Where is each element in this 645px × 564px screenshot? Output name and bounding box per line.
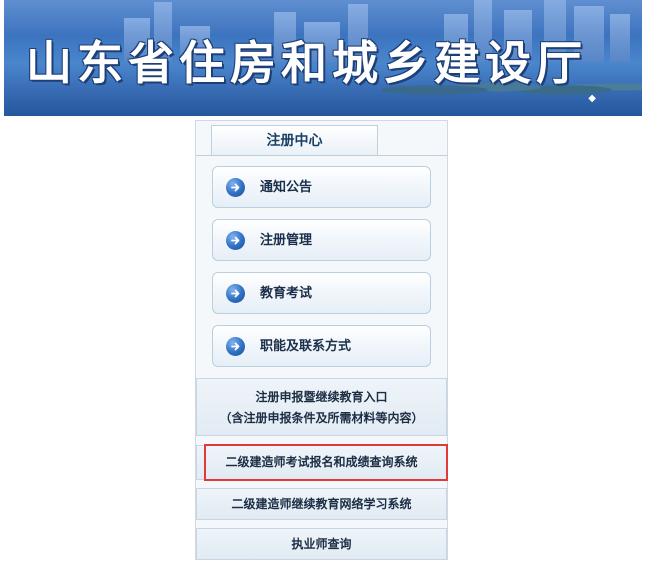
site-title: 山东省住房和城乡建设厅	[26, 36, 587, 90]
menu-item-label: 教育考试	[260, 286, 313, 301]
arrow-right-circle-icon	[226, 284, 245, 303]
menu-item-label: 注册管理	[260, 233, 313, 248]
menu-item-label: 职能及联系方式	[260, 339, 352, 354]
arrow-right-circle-icon	[226, 231, 245, 250]
link-label: 二级建造师继续教育网络学习系统	[231, 497, 412, 511]
continuing-education-online-learning-link[interactable]: 二级建造师继续教育网络学习系统	[196, 488, 447, 520]
arrow-right-circle-icon	[226, 178, 245, 197]
menu-item-education-exams[interactable]: 教育考试	[212, 272, 431, 314]
practitioner-query-link[interactable]: 执业师查询	[196, 528, 447, 560]
arrow-right-circle-icon	[226, 337, 245, 356]
registration-education-entry-link[interactable]: 注册申报暨继续教育入口 （含注册申报条件及所需材料等内容）	[196, 378, 447, 436]
menu-item-notices[interactable]: 通知公告	[212, 166, 431, 208]
link-line-secondary: （含注册申报条件及所需材料等内容）	[219, 411, 424, 425]
exam-registration-score-query-link[interactable]: 二级建造师考试报名和成绩查询系统	[196, 445, 447, 480]
header-banner: 山东省住房和城乡建设厅 ◆	[4, 0, 642, 116]
sparkle-icon: ◆	[588, 93, 596, 104]
menu-item-registration-management[interactable]: 注册管理	[212, 219, 431, 261]
menu-item-label: 通知公告	[260, 180, 313, 195]
page: 山东省住房和城乡建设厅 ◆ 注册中心 通知公告 注册管理 教育考试 职能及联系方…	[0, 0, 645, 564]
link-line-primary: 注册申报暨继续教育入口	[255, 390, 388, 404]
menu-item-functions-contact[interactable]: 职能及联系方式	[212, 325, 431, 367]
link-label: 执业师查询	[291, 537, 352, 551]
link-label: 二级建造师考试报名和成绩查询系统	[225, 455, 418, 469]
banner-building	[610, 14, 630, 62]
tab-registration-center[interactable]: 注册中心	[211, 125, 378, 155]
